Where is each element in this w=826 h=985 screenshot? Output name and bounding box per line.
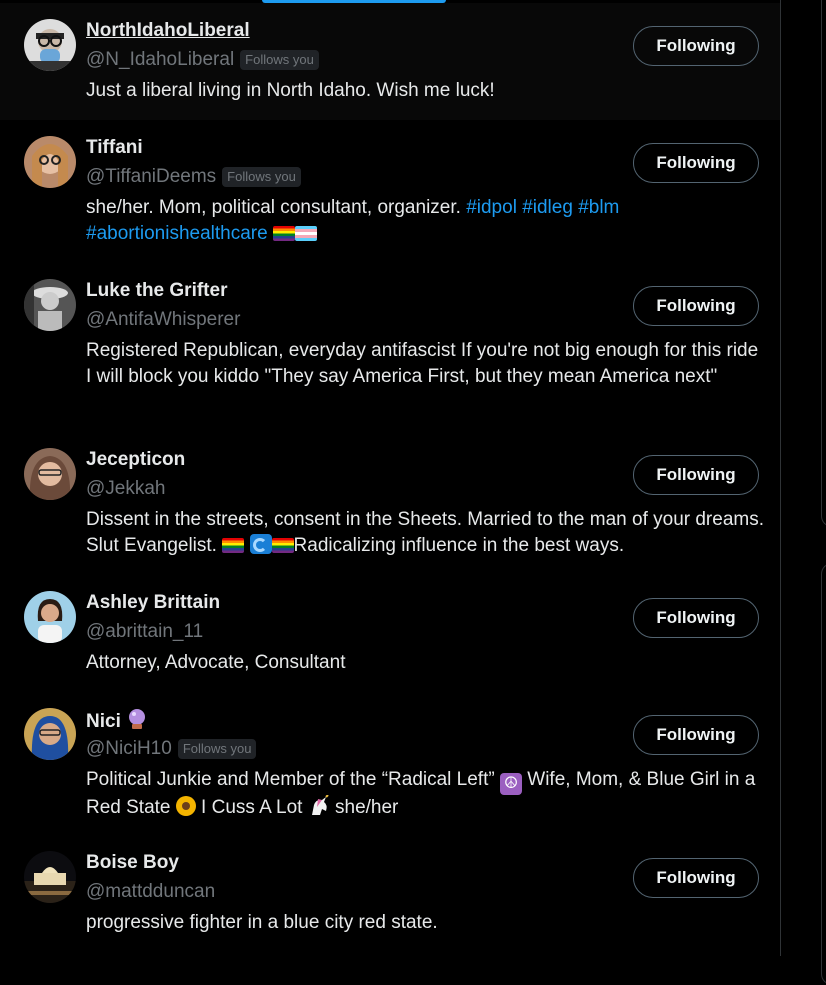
wave-icon <box>249 534 272 554</box>
bio-text: Radicalizing influence in the best ways. <box>293 535 625 556</box>
user-cell-boise-boy[interactable]: Boise Boy @mattdduncan Following progres… <box>0 835 780 956</box>
hashtag-link[interactable]: #abortionishealthcare <box>86 223 268 244</box>
following-button[interactable]: Following <box>633 455 759 495</box>
display-name[interactable]: Luke the Grifter <box>86 279 227 303</box>
avatar[interactable] <box>24 136 76 188</box>
display-name[interactable]: Boise Boy <box>86 851 179 875</box>
user-cell-northidaholiberal[interactable]: NorthIdahoLiberal @N_IdahoLiberal Follow… <box>0 3 780 120</box>
display-name[interactable]: Ashley Brittain <box>86 591 220 615</box>
bio: Political Junkie and Member of the “Radi… <box>86 767 766 821</box>
hashtag-link[interactable]: #idleg <box>522 197 573 218</box>
handle-row: @NiciH10 Follows you <box>86 737 257 761</box>
user-cell-luke[interactable]: Luke the Grifter @AntifaWhisperer Follow… <box>0 263 780 423</box>
hashtag-link[interactable]: #idpol <box>466 197 517 218</box>
avatar[interactable] <box>24 708 76 760</box>
rainbow-flag-icon <box>271 538 294 553</box>
display-name-row[interactable]: Nici <box>86 708 147 734</box>
follows-you-badge: Follows you <box>177 739 257 759</box>
following-button[interactable]: Following <box>633 26 759 66</box>
trans-flag-icon <box>294 226 317 241</box>
hashtag-link[interactable]: #blm <box>578 197 619 218</box>
bio-text: Political Junkie and Member of the “Radi… <box>86 769 500 790</box>
bio: progressive fighter in a blue city red s… <box>86 912 438 933</box>
handle[interactable]: @mattdduncan <box>86 880 215 904</box>
bio-text: she/her. Mom, political consultant, orga… <box>86 197 467 218</box>
bio-text: I Cuss A Lot <box>195 797 308 818</box>
following-list: NorthIdahoLiberal @N_IdahoLiberal Follow… <box>0 0 781 956</box>
display-name[interactable]: Nici <box>86 711 121 732</box>
handle[interactable]: @Jekkah <box>86 477 166 501</box>
handle-row: @mattdduncan <box>86 880 215 904</box>
crystal-ball-icon <box>127 708 147 730</box>
handle[interactable]: @abrittain_11 <box>86 620 203 644</box>
following-button[interactable]: Following <box>633 143 759 183</box>
following-button[interactable]: Following <box>633 598 759 638</box>
following-button[interactable]: Following <box>633 858 759 898</box>
display-name[interactable]: Jecepticon <box>86 448 185 472</box>
user-cell-tiffani[interactable]: Tiffani @TiffaniDeems Follows you Follow… <box>0 120 780 256</box>
handle[interactable]: @NiciH10 <box>86 737 172 761</box>
bio: Registered Republican, everyday antifasc… <box>86 340 759 387</box>
handle[interactable]: @TiffaniDeems <box>86 165 216 189</box>
handle-row: @abrittain_11 <box>86 620 203 644</box>
avatar[interactable] <box>24 448 76 500</box>
following-button[interactable]: Following <box>633 715 759 755</box>
peace-symbol-icon: ☮ <box>499 773 522 795</box>
right-sidebar-edge <box>781 0 826 985</box>
handle[interactable]: @N_IdahoLiberal <box>86 48 234 72</box>
user-cell-nici[interactable]: Nici @NiciH10 Follows you Following Poli… <box>0 692 780 835</box>
display-name[interactable]: Tiffani <box>86 136 143 160</box>
following-button[interactable]: Following <box>633 286 759 326</box>
user-cell-ashley[interactable]: Ashley Brittain @abrittain_11 Following … <box>0 575 780 692</box>
rainbow-flag-icon <box>222 538 245 553</box>
bio: Attorney, Advocate, Consultant <box>86 652 346 673</box>
avatar[interactable] <box>24 851 76 903</box>
bio: Dissent in the streets, consent in the S… <box>86 507 766 559</box>
bio-text: she/her <box>329 797 399 818</box>
display-name[interactable]: NorthIdahoLiberal <box>86 19 250 43</box>
bio: she/her. Mom, political consultant, orga… <box>86 195 766 247</box>
unicorn-icon <box>308 794 330 817</box>
user-cell-jecepticon[interactable]: Jecepticon @Jekkah Following Dissent in … <box>0 432 780 575</box>
handle-row: @Jekkah <box>86 477 166 501</box>
sidebar-panel-edge <box>821 563 826 985</box>
bio: Just a liberal living in North Idaho. Wi… <box>86 80 495 101</box>
handle-row: @AntifaWhisperer <box>86 308 240 332</box>
handle-row: @TiffaniDeems Follows you <box>86 165 301 189</box>
follows-you-badge: Follows you <box>222 167 301 187</box>
avatar[interactable] <box>24 279 76 331</box>
sunflower-icon <box>175 796 196 816</box>
follows-you-badge: Follows you <box>240 50 319 70</box>
handle[interactable]: @AntifaWhisperer <box>86 308 240 332</box>
avatar[interactable] <box>24 19 76 71</box>
handle-row: @N_IdahoLiberal Follows you <box>86 48 319 72</box>
avatar[interactable] <box>24 591 76 643</box>
sidebar-panel-edge <box>821 0 826 527</box>
rainbow-flag-icon <box>272 226 295 241</box>
